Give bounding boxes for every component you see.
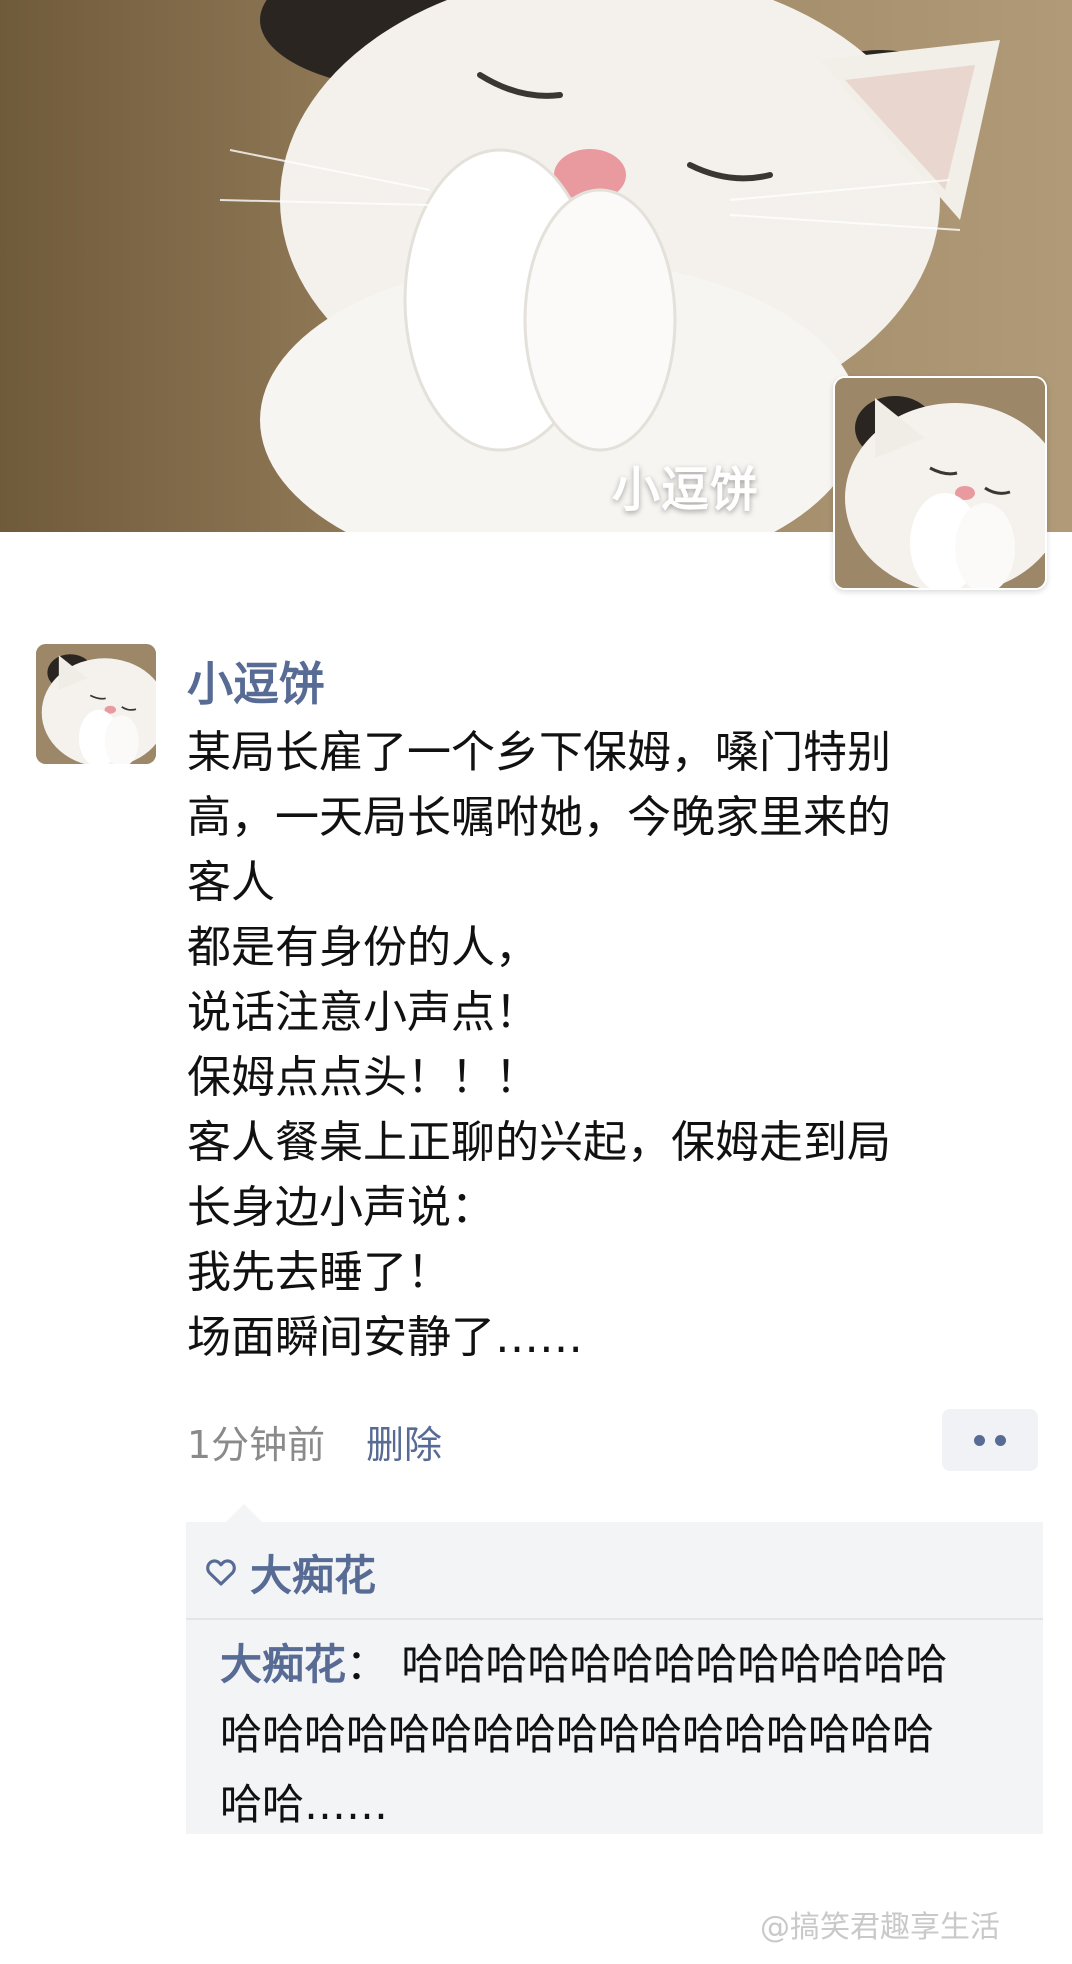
comment-author[interactable]: 大痴花 [220,1640,346,1689]
comment-item[interactable]: 大痴花： 哈哈哈哈哈哈哈哈哈哈哈哈哈 哈哈哈哈哈哈哈哈哈哈哈哈哈哈哈哈哈 哈哈…… [220,1630,1020,1840]
panel-divider [186,1618,1043,1620]
delete-button[interactable]: 删除 [366,1414,442,1469]
likes-row: 大痴花 [204,1542,376,1602]
post-line: 场面瞬间安静了…… [187,1312,583,1363]
post-line: 某局长雇了一个乡下保姆，嗓门特别 [187,727,891,778]
cover-username: 小逗饼 [612,462,760,518]
watermark-text: @搞笑君趣享生活 [760,1910,1000,1945]
post-author-avatar[interactable] [36,644,156,764]
more-actions-button[interactable] [942,1409,1038,1471]
comment-line: 大痴花： 哈哈哈哈哈哈哈哈哈哈哈哈哈 [220,1630,1020,1700]
comment-separator: ： [346,1640,389,1689]
post-line: 高，一天局长嘱咐她，今晚家里来的 [187,792,891,843]
post-author-name[interactable]: 小逗饼 [187,648,325,714]
post-line: 保姆点点头！！！ [187,1052,539,1103]
post-line: 客人 [187,857,275,908]
more-dots-icon [995,1434,1006,1446]
likes-comments-panel: 大痴花 大痴花： 哈哈哈哈哈哈哈哈哈哈哈哈哈 哈哈哈哈哈哈哈哈哈哈哈哈哈哈哈哈哈… [186,1504,1043,1834]
post-line: 客人餐桌上正聊的兴起，保姆走到局 [187,1117,891,1168]
heart-outline-icon [206,1559,236,1586]
post-line: 都是有身份的人， [187,922,539,973]
post-timestamp: 1分钟前 [187,1423,326,1467]
post-line: 我先去睡了！ [187,1247,451,1298]
post-line: 长身边小声说： [187,1182,495,1233]
more-dots-icon [974,1434,985,1446]
comment-line: 哈哈…… [220,1780,389,1829]
comment-line: 哈哈哈哈哈哈哈哈哈哈哈哈哈哈哈哈哈 [220,1710,935,1759]
post-content: 某局长雇了一个乡下保姆，嗓门特别 高，一天局长嘱咐她，今晚家里来的 客人 都是有… [187,720,1007,1370]
post-line: 说话注意小声点！ [187,987,539,1038]
liker-name[interactable]: 大痴花 [250,1542,376,1603]
comment-text: 哈哈哈哈哈哈哈哈哈哈哈哈哈 [401,1640,948,1689]
profile-avatar[interactable] [833,376,1047,590]
